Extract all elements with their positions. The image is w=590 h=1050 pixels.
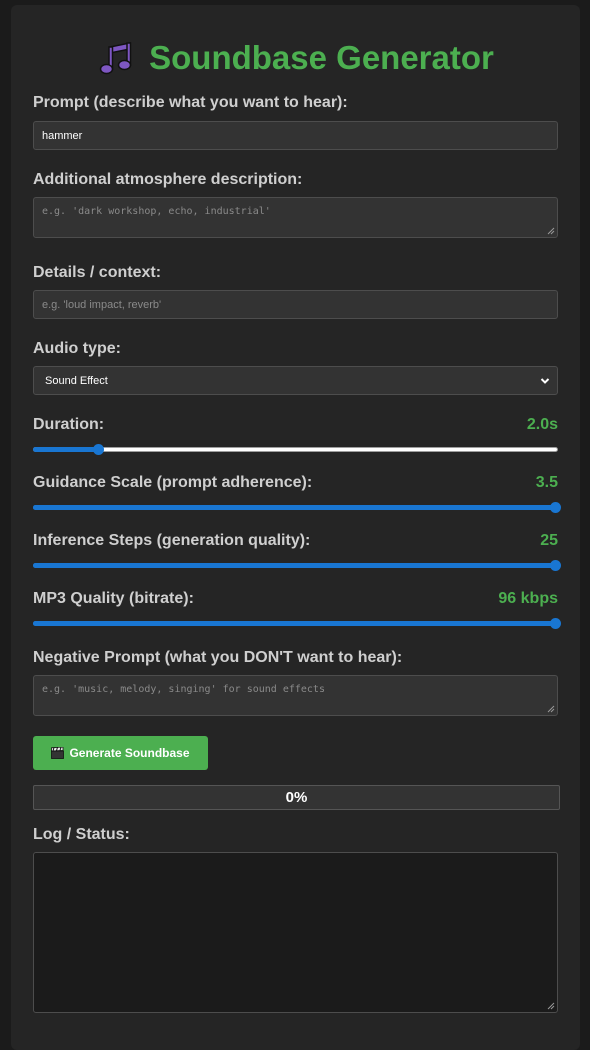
app-header: Soundbase Generator [11, 36, 580, 80]
atmosphere-label: Additional atmosphere description: [33, 171, 303, 188]
slider-fill [33, 563, 555, 568]
mp3-value: 96 kbps [498, 590, 558, 607]
prompt-label: Prompt (describe what you want to hear): [33, 94, 348, 111]
duration-slider[interactable] [33, 442, 558, 458]
resize-grip-icon[interactable] [547, 705, 555, 713]
slider-thumb[interactable] [550, 502, 561, 513]
prompt-input-value: hammer [42, 129, 83, 142]
log-label: Log / Status: [33, 826, 130, 843]
progress-bar: 0% [33, 785, 560, 810]
steps-label: Inference Steps (generation quality): [33, 532, 311, 549]
duration-value: 2.0s [526, 416, 558, 433]
mp3-label: MP3 Quality (bitrate): [33, 590, 194, 607]
slider-thumb[interactable] [93, 444, 104, 455]
negative-placeholder: e.g. 'music, melody, singing' for sound … [42, 684, 325, 695]
audio-type-select[interactable]: Sound Effect [33, 366, 558, 395]
slider-fill [33, 621, 555, 626]
generate-button-label: Generate Soundbase [69, 746, 190, 760]
progress-text: 0% [285, 789, 308, 806]
mp3-slider[interactable] [33, 616, 561, 632]
atmosphere-placeholder: e.g. 'dark workshop, echo, industrial' [42, 206, 271, 217]
generate-button[interactable]: Generate Soundbase [33, 736, 208, 770]
duration-label: Duration: [33, 416, 105, 433]
slider-fill [33, 505, 555, 510]
details-label: Details / context: [33, 264, 162, 281]
clapperboard-icon [51, 747, 65, 759]
audio-type-label: Audio type: [33, 340, 121, 357]
guidance-value: 3.5 [535, 474, 558, 491]
slider-fill [33, 447, 98, 452]
chevron-down-icon [540, 378, 550, 384]
slider-track [33, 447, 558, 452]
music-note-icon [99, 42, 132, 75]
negative-label: Negative Prompt (what you DON'T want to … [33, 649, 403, 666]
audio-type-selected: Sound Effect [45, 374, 108, 387]
atmosphere-textarea[interactable]: e.g. 'dark workshop, echo, industrial' [33, 197, 558, 238]
details-placeholder: e.g. 'loud impact, reverb' [42, 298, 162, 311]
page-title: Soundbase Generator [149, 39, 494, 76]
slider-thumb[interactable] [550, 618, 561, 629]
details-input[interactable]: e.g. 'loud impact, reverb' [33, 290, 558, 319]
negative-textarea[interactable]: e.g. 'music, melody, singing' for sound … [33, 675, 558, 716]
resize-grip-icon[interactable] [547, 1002, 555, 1010]
slider-thumb[interactable] [550, 560, 561, 571]
generator-panel: Soundbase Generator Prompt (describe wha… [11, 5, 580, 1050]
log-textarea[interactable] [33, 852, 558, 1013]
guidance-label: Guidance Scale (prompt adherence): [33, 474, 313, 491]
steps-slider[interactable] [33, 558, 561, 574]
guidance-slider[interactable] [33, 500, 561, 516]
resize-grip-icon[interactable] [547, 227, 555, 235]
steps-value: 25 [540, 532, 558, 549]
prompt-input[interactable]: hammer [33, 121, 558, 150]
